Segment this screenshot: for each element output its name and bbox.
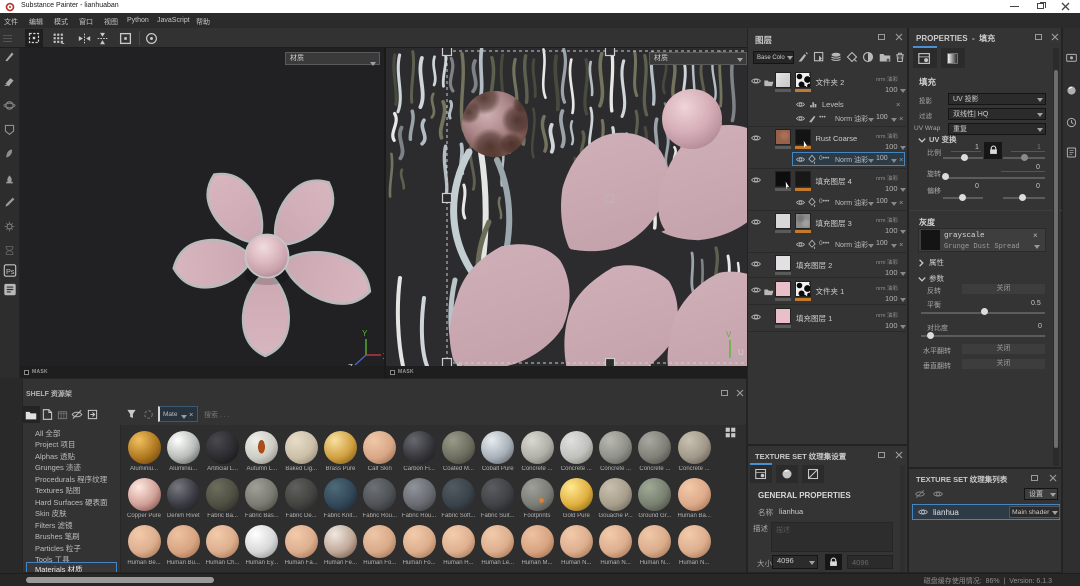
svg-text:Ps: Ps [6, 267, 15, 276]
svg-text:Y: Y [362, 329, 368, 338]
svg-text:U: U [738, 348, 744, 357]
svg-text:V: V [726, 330, 732, 339]
